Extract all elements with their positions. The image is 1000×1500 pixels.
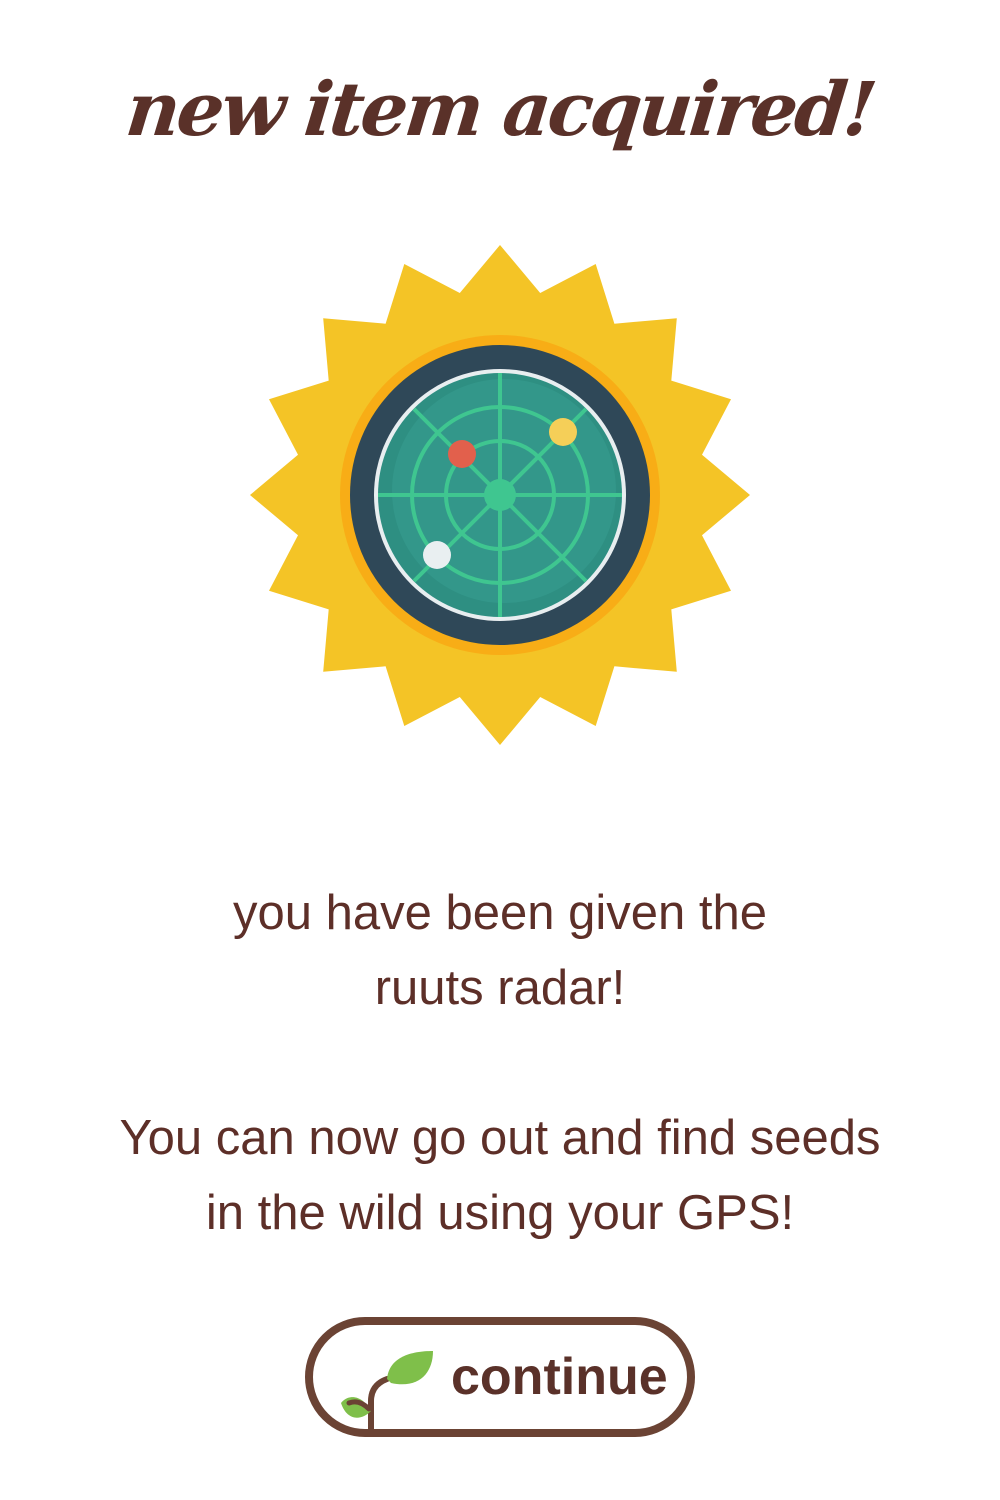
message-line: you have been given the	[233, 886, 767, 940]
message-line: in the wild using your GPS!	[205, 1186, 795, 1240]
page-title: new item acquired!	[122, 67, 878, 153]
item-description: You can now go out and find seeds in the…	[0, 1101, 1000, 1251]
item-message: you have been given the ruuts radar!	[0, 876, 1000, 1026]
item-name: ruuts radar!	[374, 961, 626, 1015]
radar-blip-red	[448, 440, 476, 468]
radar-badge-icon	[250, 245, 750, 745]
continue-button-label: continue	[451, 1348, 668, 1406]
radar-blip-white	[423, 541, 451, 569]
radar-blip-yellow	[549, 418, 577, 446]
message-line: You can now go out and find seeds	[119, 1111, 881, 1165]
continue-button[interactable]: continue	[305, 1317, 695, 1437]
sprout-icon	[341, 1351, 433, 1437]
radar-center	[484, 479, 516, 511]
